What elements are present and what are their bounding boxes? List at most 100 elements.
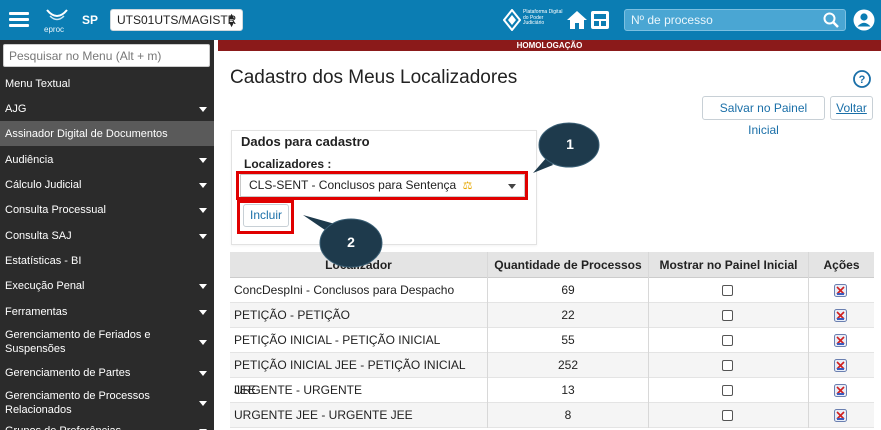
sidebar-menu-item[interactable]: Ferramentas (0, 299, 214, 324)
chevron-down-icon (199, 340, 207, 345)
show-on-dashboard-checkbox[interactable] (722, 310, 733, 321)
remove-localizador-icon[interactable] (834, 284, 847, 297)
show-on-dashboard-checkbox[interactable] (722, 285, 733, 296)
svg-text:?: ? (859, 74, 866, 86)
dashboard-icon[interactable] (590, 10, 610, 30)
sidebar-menu-item[interactable]: Execução Penal (0, 273, 214, 298)
sidebar-menu-item[interactable]: Consulta Processual (0, 197, 214, 222)
cell-quantidade: 13 (561, 383, 575, 397)
search-icon[interactable] (823, 12, 839, 28)
menu-search-input[interactable]: Pesquisar no Menu (Alt + m) (3, 44, 210, 67)
back-button[interactable]: Voltar (830, 96, 873, 120)
eproc-logo-text: eproc (44, 25, 65, 34)
sidebar-menu-item[interactable]: Consulta SAJ (0, 223, 214, 248)
sidebar-menu-label: Audiência (5, 153, 54, 166)
sidebar-menu-label: Assinador Digital de Documentos (5, 127, 168, 140)
chevron-down-icon (199, 182, 207, 188)
cell-localizador: PETIÇÃO INICIAL JEE - PETIÇÃO INICIAL JE… (234, 358, 466, 397)
sidebar-menu-label: Cálculo Judicial (5, 178, 82, 191)
top-navbar: eproc SP UTS01UTS/MAGISTR ▲ ▼ Plataforma … (0, 0, 881, 40)
home-icon[interactable] (566, 10, 588, 30)
sidebar-menu-label: Ferramentas (5, 305, 68, 318)
column-header-mostrar: Mostrar no Painel Inicial (659, 258, 798, 272)
cell-localizador: PETIÇÃO INICIAL - PETIÇÃO INICIAL (234, 333, 441, 347)
menu-search-placeholder: Pesquisar no Menu (Alt + m) (9, 49, 162, 63)
sidebar-menu-label: Grupos de Preferências (5, 424, 190, 430)
process-search-input[interactable]: Nº de processo (624, 9, 846, 31)
unit-select[interactable]: UTS01UTS/MAGISTR ▲ ▼ (110, 9, 243, 31)
column-divider (808, 252, 809, 428)
localizadores-label: Localizadores : (244, 157, 332, 171)
column-header-acoes: Ações (823, 258, 860, 272)
sidebar-menu-label: Estatísticas - BI (5, 254, 82, 267)
cell-quantidade: 8 (564, 408, 572, 422)
sidebar-menu-item[interactable]: Gerenciamento de Partes (0, 360, 214, 385)
sidebar-menu-item[interactable]: AJG (0, 96, 214, 121)
eproc-logo[interactable]: eproc (44, 6, 70, 34)
sidebar-menu-label: Consulta SAJ (5, 229, 72, 242)
sidebar-menu-label: Gerenciamento de Feriados e Suspensões (5, 329, 151, 355)
chevron-down-icon (199, 157, 207, 163)
remove-localizador-icon[interactable] (834, 359, 847, 372)
chevron-down-icon (199, 283, 207, 289)
sidebar-menu-item[interactable]: Audiência (0, 147, 214, 172)
table-row: URGENTE - URGENTE 13 (230, 378, 874, 403)
sidebar-menu-item[interactable]: Gerenciamento de Processos Relacionados (0, 385, 214, 421)
sidebar-menu-item[interactable]: Menu Textual (0, 71, 214, 96)
chevron-down-icon (199, 401, 207, 406)
sidebar-menu-label: Execução Penal (5, 279, 85, 292)
chevron-down-icon (199, 106, 207, 112)
chevron-down-icon (199, 309, 207, 315)
table-row: PETIÇÃO INICIAL - PETIÇÃO INICIAL 55 (230, 328, 874, 353)
sidebar-menu-item[interactable]: Gerenciamento de Feriados e Suspensões (0, 324, 214, 360)
sidebar-menu-label: Gerenciamento de Processos Relacionados (5, 390, 150, 416)
sidebar-menu-label: Gerenciamento de Partes (5, 366, 131, 379)
sidebar-menu-label: AJG (5, 102, 27, 115)
table-row: URGENTE JEE - URGENTE JEE 8 (230, 403, 874, 428)
save-dashboard-button[interactable]: Salvar no Painel Inicial (702, 96, 825, 137)
remove-localizador-icon[interactable] (834, 384, 847, 397)
sidebar-menu-label: Consulta Processual (5, 203, 106, 216)
column-divider (487, 252, 488, 428)
remove-localizador-icon[interactable] (834, 309, 847, 322)
cell-quantidade: 69 (561, 283, 575, 297)
callout-number: 2 (347, 234, 355, 250)
platform-logo: Plataforma Digital do Poder Judiciário (502, 8, 565, 32)
remove-localizador-icon[interactable] (834, 409, 847, 422)
form-legend: Dados para cadastro (241, 134, 370, 149)
show-on-dashboard-checkbox[interactable] (722, 360, 733, 371)
process-search-placeholder: Nº de processo (631, 13, 713, 27)
cell-localizador: PETIÇÃO - PETIÇÃO (234, 308, 351, 322)
page-title: Cadastro dos Meus Localizadores (230, 67, 518, 88)
sidebar-menu-item[interactable]: Cálculo Judicial (0, 172, 214, 197)
table-row: PETIÇÃO INICIAL JEE - PETIÇÃO INICIAL JE… (230, 353, 874, 397)
column-header-quantidade[interactable]: Quantidade de Processos (488, 252, 648, 278)
callout-number: 1 (566, 136, 574, 152)
cell-quantidade: 252 (557, 358, 579, 372)
platform-logo-text: Plataforma Digital do Poder Judiciário (523, 9, 563, 26)
chevron-down-icon (199, 370, 207, 376)
remove-localizador-icon[interactable] (834, 334, 847, 347)
help-icon[interactable]: ? (853, 70, 871, 88)
sidebar-menu-item[interactable]: Grupos de Preferências (0, 421, 214, 430)
callout-2: 2 (303, 214, 385, 272)
show-on-dashboard-checkbox[interactable] (722, 335, 733, 346)
cell-quantidade: 22 (561, 308, 575, 322)
callout-1: 1 (533, 121, 601, 177)
cell-quantidade: 55 (561, 333, 575, 347)
cell-localizador: URGENTE - URGENTE (234, 383, 363, 397)
hamburger-menu-icon[interactable] (9, 12, 29, 28)
select-arrows-icon: ▲ ▼ (227, 11, 236, 29)
sidebar-menu-item[interactable]: Estatísticas - BI (0, 248, 214, 273)
uf-label: SP (82, 13, 99, 27)
user-account-icon[interactable] (853, 9, 875, 31)
sidebar-menu-label: Menu Textual (5, 77, 71, 90)
cell-localizador: ConcDespIni - Conclusos para Despacho In… (234, 283, 455, 322)
environment-banner: HOMOLOGAÇÃO (218, 40, 881, 51)
show-on-dashboard-checkbox[interactable] (722, 385, 733, 396)
cell-localizador: URGENTE JEE - URGENTE JEE (234, 408, 413, 422)
highlight-box (236, 171, 528, 200)
table-row: PETIÇÃO - PETIÇÃO 22 (230, 303, 874, 328)
sidebar-menu-item[interactable]: Assinador Digital de Documentos (0, 121, 214, 146)
show-on-dashboard-checkbox[interactable] (722, 410, 733, 421)
